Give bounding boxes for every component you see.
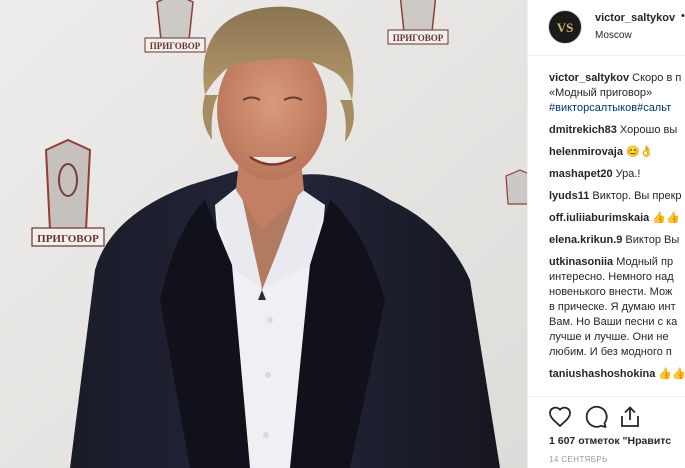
comment-text: любим. И без модного п	[549, 346, 672, 358]
comment-user[interactable]: helenmirovaja	[549, 146, 623, 158]
comment-bubble-icon[interactable]	[584, 405, 608, 429]
comment: utkinasoniia Модный пр интересно. Немног…	[549, 255, 685, 360]
post-date: 14 СЕНТЯБРЬ	[549, 455, 608, 464]
more-dot: •	[681, 10, 685, 22]
likes-count[interactable]: 1 607 отметок "Нравитс	[549, 435, 671, 447]
comment-caption: victor_saltykov Скоро в п «Модный пригов…	[549, 71, 685, 116]
comment-user[interactable]: utkinasoniia	[549, 256, 613, 268]
comment-text: Модный пр	[613, 256, 674, 268]
comment: mashapet20 Ура.!	[549, 167, 685, 182]
comments-list: victor_saltykov Скоро в п «Модный пригов…	[549, 71, 685, 382]
comment-user[interactable]: lyuds11	[549, 190, 589, 202]
comment-user[interactable]: off.iuliiaburimskaia	[549, 212, 649, 224]
comment: elena.krikun.9 Виктор Вы	[549, 233, 685, 248]
post-username[interactable]: victor_saltykov	[595, 12, 675, 24]
like-heart-icon[interactable]	[548, 405, 572, 429]
post-photo: ПРИГОВОР ПРИГОВОР ПРИГОВОР	[0, 0, 527, 468]
svg-text:ПРИГОВОР: ПРИГОВОР	[393, 33, 444, 43]
post-header: VS victor_saltykov • Moscow	[528, 0, 685, 56]
comment-user[interactable]: taniushashoshokina	[549, 368, 655, 380]
comment-user[interactable]: dmitrekich83	[549, 124, 617, 136]
comment: off.iuliiaburimskaia 👍👍	[549, 211, 685, 226]
post-image: ПРИГОВОР ПРИГОВОР ПРИГОВОР	[0, 0, 527, 468]
svg-text:ПРИГОВОР: ПРИГОВОР	[37, 233, 99, 245]
comment-text: лучше и лучше. Они не	[549, 331, 669, 343]
comment-text: 😊👌	[622, 146, 654, 158]
svg-text:ПРИГОВОР: ПРИГОВОР	[150, 41, 201, 51]
comment-user[interactable]: elena.krikun.9	[549, 234, 622, 246]
comment-text: Ура.!	[612, 168, 641, 180]
comment-text: в прическе. Я думаю инт	[549, 301, 676, 313]
comment-text: 👍👍	[649, 212, 680, 224]
comment-hashtags[interactable]: #викторсалтыков#сальт	[549, 101, 685, 116]
comment-text: 👍👍	[655, 368, 685, 380]
post-sidebar: VS victor_saltykov • Moscow victor_salty…	[527, 0, 685, 468]
comment-user[interactable]: mashapet20	[549, 168, 613, 180]
comment: helenmirovaja 😊👌	[549, 145, 685, 160]
comment-text: Вам. Но Ваши песни с ка	[549, 316, 678, 328]
comment-text: Скоро в п	[629, 72, 682, 84]
comment-text: новенького внести. Мож	[549, 286, 673, 298]
avatar[interactable]: VS	[548, 10, 582, 44]
comment-text: Виктор Вы	[622, 234, 680, 246]
comment: taniushashoshokina 👍👍	[549, 367, 685, 382]
post-actions: 1 607 отметок "Нравитс 14 СЕНТЯБРЬ	[528, 396, 685, 468]
comment-text: интересно. Немного над	[549, 271, 674, 283]
post-location[interactable]: Moscow	[595, 30, 632, 41]
comment: lyuds11 Виктор. Вы прекр	[549, 189, 685, 204]
comment-text: Виктор. Вы прекр	[589, 190, 682, 202]
comment-text: «Модный приговор»	[549, 87, 653, 99]
comment: dmitrekich83 Хорошо вы	[549, 123, 685, 138]
comment-user[interactable]: victor_saltykov	[549, 72, 629, 84]
comment-text: Хорошо вы	[616, 124, 678, 136]
share-upload-icon[interactable]	[618, 405, 642, 429]
